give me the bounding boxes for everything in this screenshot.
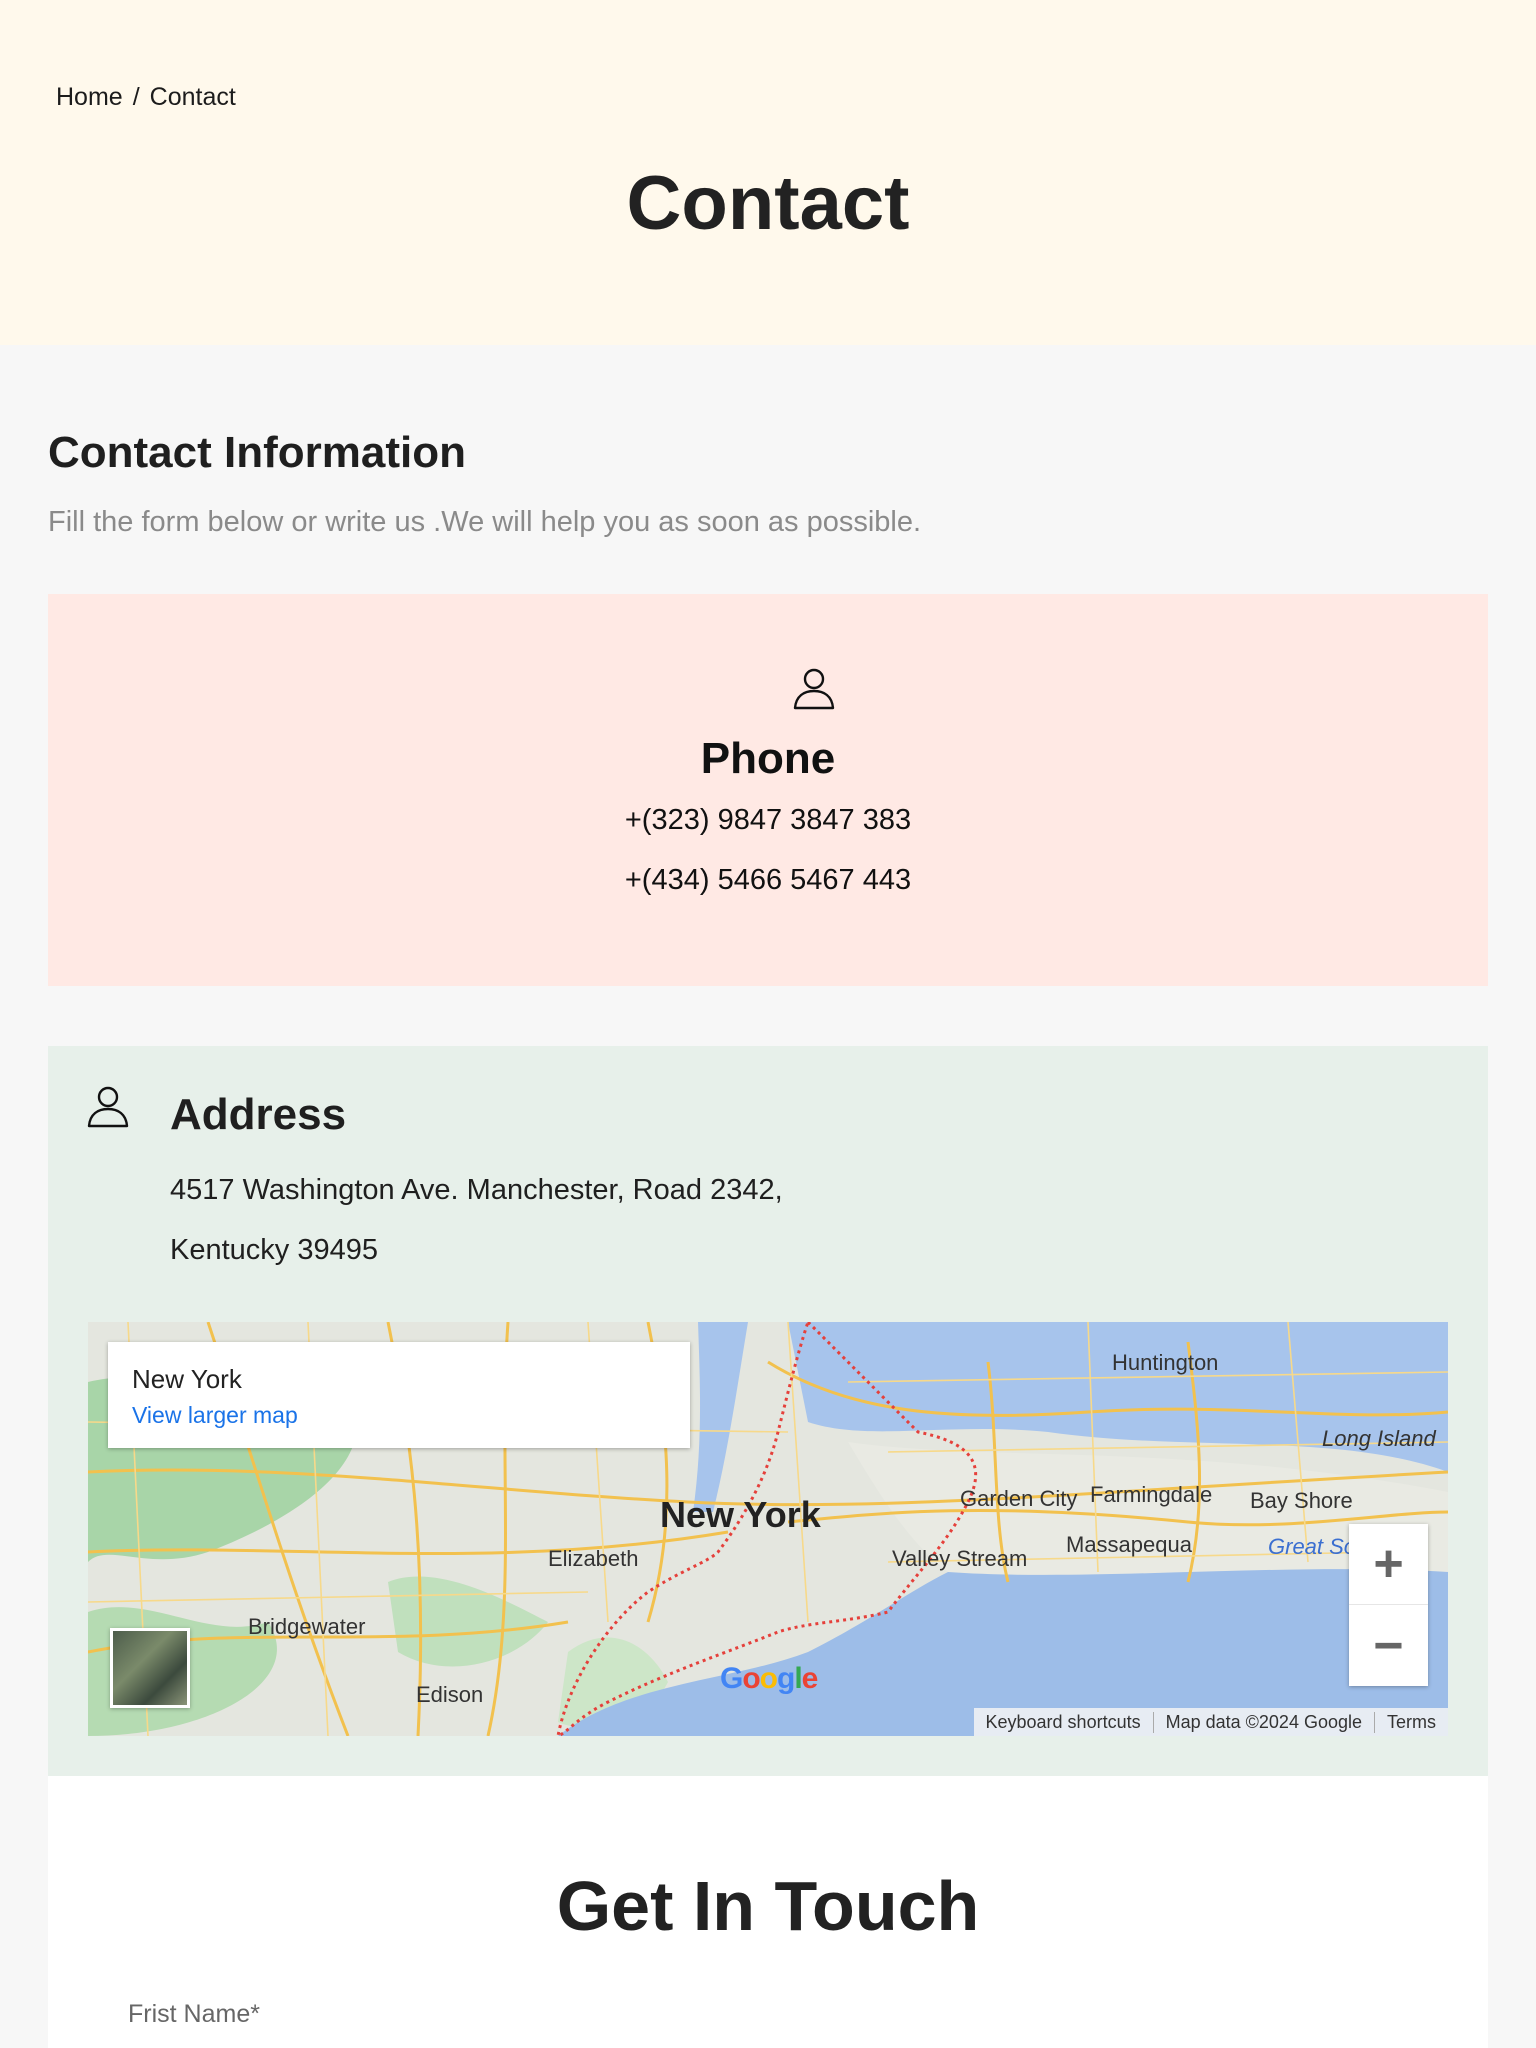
page-title: Contact bbox=[626, 161, 910, 246]
map-label: New York bbox=[660, 1494, 821, 1535]
phone-number[interactable]: +(323) 9847 3847 383 bbox=[48, 804, 1488, 837]
map-label: Edison bbox=[416, 1682, 484, 1707]
page-hero: Home / Contact Contact bbox=[0, 0, 1536, 345]
map-zoom-controls: + − bbox=[1349, 1524, 1428, 1686]
address-card: Address 4517 Washington Ave. Manchester,… bbox=[48, 1046, 1488, 1776]
breadcrumb-current: Contact bbox=[149, 83, 236, 111]
map-label: Huntington bbox=[1112, 1350, 1219, 1375]
phone-card: Phone +(323) 9847 3847 383 +(434) 5466 5… bbox=[48, 594, 1488, 986]
map-label: Long Island bbox=[1322, 1426, 1436, 1451]
zoom-in-button[interactable]: + bbox=[1349, 1524, 1428, 1605]
map-label: Farmingdale bbox=[1090, 1482, 1213, 1507]
contact-info-subtitle: Fill the form below or write us .We will… bbox=[48, 506, 922, 538]
map-data-attribution: Map data ©2024 Google bbox=[1152, 1711, 1374, 1733]
map-label: Valley Stream bbox=[892, 1546, 1028, 1571]
map-label: Massapequa bbox=[1066, 1532, 1192, 1557]
phone-card-title: Phone bbox=[700, 734, 836, 783]
get-in-touch-title: Get In Touch bbox=[556, 1867, 980, 1945]
map-label: Elizabeth bbox=[548, 1546, 639, 1571]
map-place-card: New York View larger map bbox=[108, 1342, 690, 1448]
embedded-map[interactable]: New York Huntington Long Island Garden C… bbox=[88, 1322, 1448, 1736]
view-larger-map-link[interactable]: View larger map bbox=[132, 1402, 298, 1429]
user-icon bbox=[86, 1084, 130, 1128]
map-label: Bay Shore bbox=[1250, 1488, 1353, 1513]
breadcrumb-home-link[interactable]: Home bbox=[56, 83, 123, 112]
user-icon bbox=[792, 666, 836, 710]
map-place-name: New York bbox=[132, 1364, 242, 1394]
address-card-title: Address bbox=[170, 1090, 347, 1139]
google-logo: Google bbox=[720, 1662, 818, 1695]
get-in-touch-section: Get In Touch Frist Name* bbox=[48, 1776, 1488, 2048]
zoom-out-button[interactable]: − bbox=[1349, 1605, 1428, 1686]
first-name-label: Frist Name* bbox=[128, 2000, 260, 2028]
breadcrumb: Home / Contact bbox=[56, 83, 236, 112]
map-label: Great So bbox=[1268, 1534, 1357, 1559]
breadcrumb-separator: / bbox=[132, 83, 140, 111]
address-line: 4517 Washington Ave. Manchester, Road 23… bbox=[170, 1174, 783, 1206]
keyboard-shortcuts-link[interactable]: Keyboard shortcuts bbox=[974, 1712, 1153, 1733]
map-label: Garden City bbox=[960, 1486, 1078, 1511]
phone-number[interactable]: +(434) 5466 5467 443 bbox=[48, 864, 1488, 897]
contact-info-title: Contact Information bbox=[48, 428, 466, 477]
terms-link[interactable]: Terms bbox=[1374, 1711, 1448, 1733]
map-footer: Keyboard shortcuts Map data ©2024 Google… bbox=[973, 1708, 1448, 1736]
address-line: Kentucky 39495 bbox=[170, 1234, 378, 1266]
map-label: Bridgewater bbox=[248, 1614, 366, 1639]
satellite-toggle-button[interactable] bbox=[110, 1628, 190, 1708]
